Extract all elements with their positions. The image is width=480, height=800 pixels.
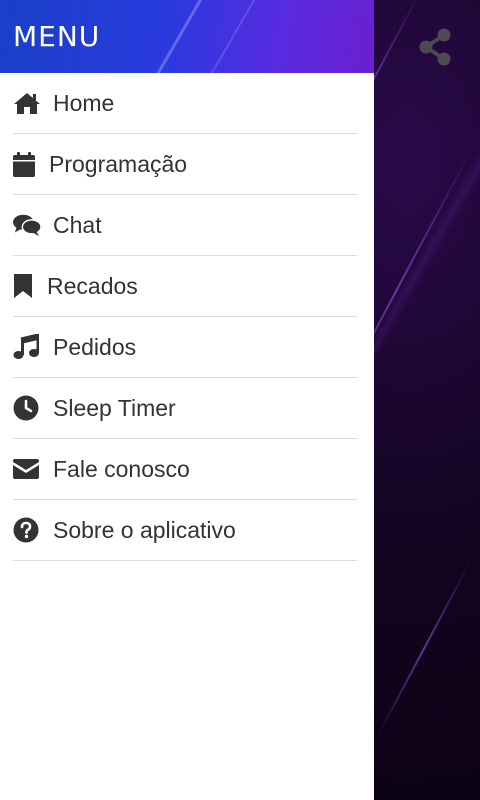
menu-item-label: Home <box>53 89 115 116</box>
bookmark-icon <box>13 272 35 300</box>
share-button[interactable] <box>414 26 456 68</box>
menu-item-label: Sobre o aplicativo <box>53 516 236 543</box>
menu-item-chat[interactable]: Chat <box>13 195 357 256</box>
question-icon <box>13 516 41 544</box>
drawer-header: MENU <box>0 0 374 73</box>
menu-item-programacao[interactable]: Programação <box>13 134 357 195</box>
menu-item-home[interactable]: Home <box>13 73 357 134</box>
menu-list: Home Programação Chat Recados Pedidos Sl… <box>0 73 374 561</box>
home-icon <box>13 89 41 117</box>
chat-icon <box>13 211 41 239</box>
menu-item-label: Sleep Timer <box>53 394 176 421</box>
menu-item-sleep-timer[interactable]: Sleep Timer <box>13 378 357 439</box>
menu-item-label: Fale conosco <box>53 455 190 482</box>
navigation-drawer: MENU Home Programação Chat Recados Pedid… <box>0 0 374 800</box>
share-icon <box>419 28 451 66</box>
envelope-icon <box>13 455 41 483</box>
menu-item-label: Programação <box>49 150 188 177</box>
menu-item-label: Pedidos <box>53 333 137 360</box>
background-light-streak <box>376 560 472 738</box>
app-screen: MENU Home Programação Chat Recados Pedid… <box>0 0 480 800</box>
calendar-icon <box>13 150 37 178</box>
menu-item-pedidos[interactable]: Pedidos <box>13 317 357 378</box>
menu-item-sobre[interactable]: Sobre o aplicativo <box>13 500 357 561</box>
clock-icon <box>13 394 41 422</box>
menu-item-label: Chat <box>53 211 102 238</box>
menu-item-fale-conosco[interactable]: Fale conosco <box>13 439 357 500</box>
menu-item-label: Recados <box>47 272 138 299</box>
menu-item-recados[interactable]: Recados <box>13 256 357 317</box>
drawer-title: MENU <box>13 20 101 53</box>
music-icon <box>13 333 41 361</box>
